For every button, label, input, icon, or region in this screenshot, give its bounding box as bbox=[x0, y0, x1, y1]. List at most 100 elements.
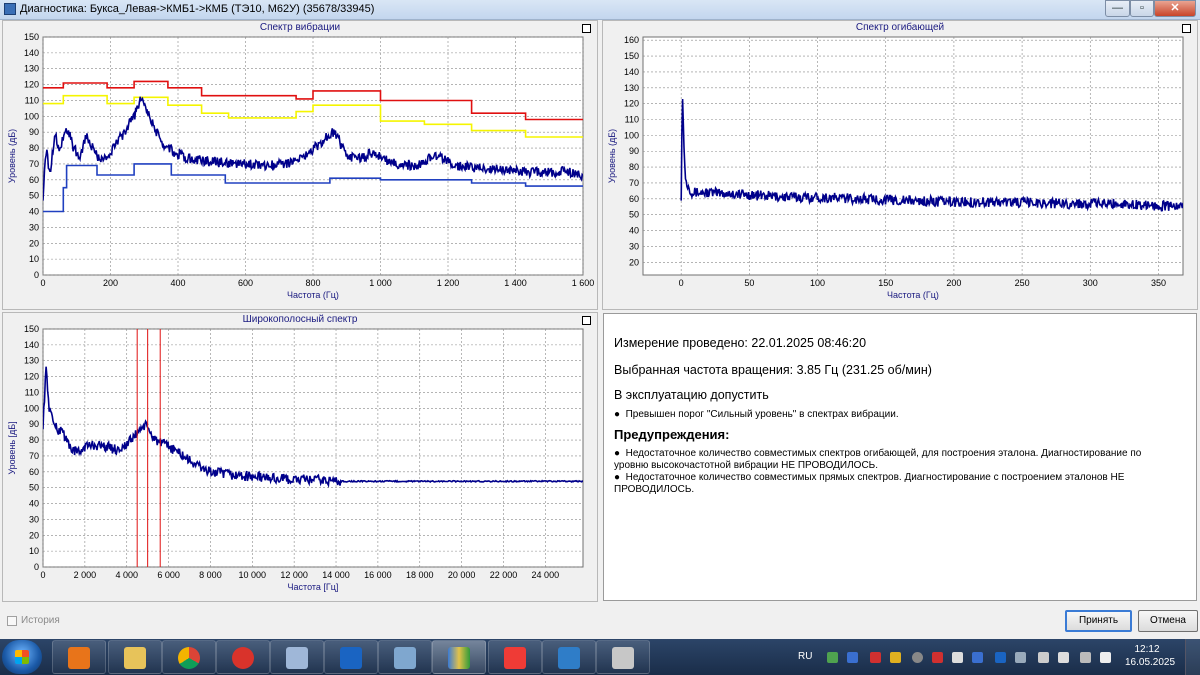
x-axis-label: Частота [Гц] bbox=[288, 582, 339, 592]
x-tick-label: 800 bbox=[305, 278, 320, 288]
bullet-icon: ● bbox=[614, 472, 621, 483]
x-tick-label: 250 bbox=[1015, 278, 1030, 288]
x-axis-label: Частота (Гц) bbox=[887, 290, 939, 300]
maximize-button[interactable]: ▫ bbox=[1130, 0, 1154, 17]
y-tick-label: 60 bbox=[629, 194, 639, 204]
x-tick-label: 2 000 bbox=[74, 570, 97, 580]
x-tick-label: 600 bbox=[238, 278, 253, 288]
y-tick-label: 20 bbox=[29, 530, 39, 540]
warning-text: Недостаточное количество совместимых спе… bbox=[614, 448, 1142, 471]
taskbar: RU 12:12 16.05.2025 bbox=[0, 639, 1200, 675]
y-tick-label: 0 bbox=[34, 562, 39, 572]
chrome-icon[interactable] bbox=[162, 640, 216, 674]
database-icon[interactable] bbox=[270, 640, 324, 674]
x-tick-label: 6 000 bbox=[157, 570, 180, 580]
close-button[interactable]: ✕ bbox=[1154, 0, 1196, 17]
x-tick-label: 0 bbox=[679, 278, 684, 288]
flag-icon[interactable] bbox=[1058, 652, 1069, 663]
y-tick-label: 60 bbox=[29, 175, 39, 185]
tray-app-icon[interactable] bbox=[1100, 652, 1111, 663]
y-tick-label: 130 bbox=[24, 356, 39, 366]
x-tick-label: 0 bbox=[40, 570, 45, 580]
tray-app-icon[interactable] bbox=[972, 652, 983, 663]
y-tick-label: 20 bbox=[29, 238, 39, 248]
y-tick-label: 110 bbox=[25, 387, 39, 397]
y-tick-label: 10 bbox=[29, 254, 39, 264]
volume-icon[interactable] bbox=[1038, 652, 1049, 663]
x-tick-label: 10 000 bbox=[239, 570, 267, 580]
y-tick-label: 150 bbox=[24, 32, 39, 42]
diagnosis-info-panel: Измерение проведено: 22.01.2025 08:46:20… bbox=[603, 313, 1197, 601]
x-tick-label: 1 200 bbox=[437, 278, 460, 288]
tray-app-icon[interactable] bbox=[870, 652, 881, 663]
outlook-icon[interactable] bbox=[324, 640, 378, 674]
tray-app-icon[interactable] bbox=[827, 652, 838, 663]
y-tick-label: 140 bbox=[624, 67, 639, 77]
window-title: Диагностика: Букса_Левая->КМБ1->КМБ (ТЭ1… bbox=[20, 3, 375, 15]
start-button[interactable] bbox=[2, 640, 42, 674]
system-clock[interactable]: 12:12 16.05.2025 bbox=[1125, 643, 1176, 669]
language-indicator[interactable]: RU bbox=[798, 651, 812, 662]
y-tick-label: 110 bbox=[25, 95, 39, 105]
warnings-heading: Предупреждения: bbox=[614, 427, 730, 442]
history-label: История bbox=[21, 615, 60, 626]
ccleaner-icon[interactable] bbox=[216, 640, 270, 674]
y-axis-label: Уровень (дБ) bbox=[607, 129, 617, 183]
warning-item: ● Недостаточное количество совместимых с… bbox=[614, 448, 1174, 472]
y-tick-label: 160 bbox=[624, 35, 639, 45]
cancel-button[interactable]: Отмена bbox=[1138, 610, 1198, 632]
y-tick-label: 120 bbox=[624, 99, 639, 109]
y-tick-label: 130 bbox=[624, 83, 639, 93]
x-tick-label: 1 600 bbox=[572, 278, 595, 288]
show-desktop-button[interactable] bbox=[1185, 639, 1200, 675]
tray-app-icon[interactable] bbox=[932, 652, 943, 663]
y-tick-label: 40 bbox=[29, 207, 39, 217]
calculator-icon[interactable] bbox=[378, 640, 432, 674]
file-manager-icon[interactable] bbox=[108, 640, 162, 674]
x-tick-label: 22 000 bbox=[490, 570, 518, 580]
tray-app-icon[interactable] bbox=[912, 652, 923, 663]
x-tick-label: 16 000 bbox=[364, 570, 392, 580]
y-tick-label: 30 bbox=[629, 241, 639, 251]
x-tick-label: 14 000 bbox=[322, 570, 350, 580]
y-tick-label: 40 bbox=[629, 226, 639, 236]
y-tick-label: 90 bbox=[29, 127, 39, 137]
minimize-button[interactable]: — bbox=[1105, 0, 1130, 17]
warning-text: Недостаточное количество совместимых пря… bbox=[614, 472, 1125, 495]
history-checkbox[interactable] bbox=[7, 616, 17, 626]
y-tick-label: 150 bbox=[24, 324, 39, 334]
x-tick-label: 1 000 bbox=[369, 278, 392, 288]
diagnostics-app-icon[interactable] bbox=[432, 640, 486, 674]
tray-app-icon[interactable] bbox=[847, 652, 858, 663]
wideband-spectrum-chart: 0 2 000 4 000 6 000 8 000 10 000 12 000 14 000 1… bbox=[7, 324, 584, 592]
x-tick-label: 200 bbox=[946, 278, 961, 288]
network-icon[interactable] bbox=[1080, 652, 1091, 663]
anydesk-icon[interactable] bbox=[488, 640, 542, 674]
tray-app-icon[interactable] bbox=[952, 652, 963, 663]
y-tick-label: 30 bbox=[29, 514, 39, 524]
y-tick-label: 60 bbox=[29, 467, 39, 477]
plot-area bbox=[642, 36, 1184, 276]
y-tick-label: 120 bbox=[24, 80, 39, 90]
y-tick-label: 50 bbox=[629, 210, 639, 220]
envelope-spectrum-panel: Спектр огибающей 0 50 100 150 200 250 300 350 20… bbox=[602, 20, 1198, 310]
y-tick-label: 80 bbox=[29, 143, 39, 153]
media-player-icon[interactable] bbox=[52, 640, 106, 674]
tray-app-icon[interactable] bbox=[1015, 652, 1026, 663]
measurement-date-text: Измерение проведено: 22.01.2025 08:46:20 bbox=[614, 336, 867, 350]
y-tick-label: 0 bbox=[34, 270, 39, 280]
y-tick-label: 100 bbox=[24, 111, 39, 121]
x-tick-label: 50 bbox=[744, 278, 754, 288]
tray-app-icon[interactable] bbox=[995, 652, 1006, 663]
clock-date: 16.05.2025 bbox=[1125, 657, 1176, 668]
tools-icon[interactable] bbox=[596, 640, 650, 674]
x-tick-label: 200 bbox=[103, 278, 118, 288]
y-tick-label: 110 bbox=[625, 115, 639, 125]
accept-button[interactable]: Принять bbox=[1065, 610, 1132, 632]
tray-app-icon[interactable] bbox=[890, 652, 901, 663]
y-tick-label: 100 bbox=[624, 130, 639, 140]
x-tick-label: 350 bbox=[1151, 278, 1166, 288]
plot-area bbox=[42, 36, 584, 276]
scanner-icon[interactable] bbox=[542, 640, 596, 674]
windows-logo-icon bbox=[15, 650, 29, 664]
